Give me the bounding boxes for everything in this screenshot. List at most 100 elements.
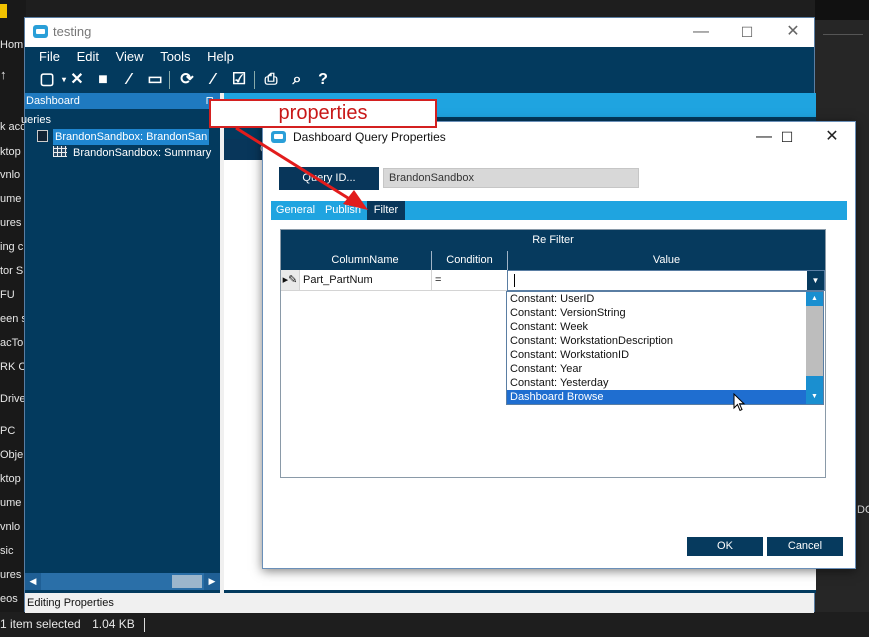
menu-help[interactable]: Help [194, 47, 234, 67]
approve-icon[interactable]: ☑ [229, 70, 249, 90]
mouse-cursor-icon [733, 393, 746, 412]
explorer-item[interactable]: sic [0, 542, 26, 560]
explorer-item[interactable]: eos [0, 590, 26, 608]
refresh-icon[interactable]: ⟳ [177, 70, 197, 90]
chevron-down-icon[interactable]: ▼ [807, 271, 824, 290]
explorer-item[interactable]: ktop [0, 470, 26, 488]
close-icon[interactable]: ✕ [770, 18, 816, 47]
cell-condition[interactable]: = [431, 270, 507, 291]
column-header-columnname[interactable]: ColumnName [281, 251, 431, 270]
query-icon [37, 130, 48, 142]
explorer-item[interactable]: acTo [0, 334, 26, 352]
explorer-item[interactable]: ume [0, 494, 26, 512]
cancel-button[interactable]: Cancel [767, 537, 843, 556]
explorer-item[interactable]: FU [0, 286, 26, 304]
explorer-item[interactable]: vnlo [0, 166, 26, 184]
minimize-icon[interactable]: — [678, 18, 724, 47]
explorer-status-bar: 1 item selected 1.04 KB [0, 612, 869, 637]
dashboard-panel-title: Dashboard [26, 95, 80, 107]
scroll-down-icon[interactable]: ▼ [806, 390, 823, 404]
up-arrow-icon[interactable]: ↑ [0, 66, 26, 84]
dropdown-scrollbar[interactable]: ▲ ▼ [806, 292, 823, 404]
scroll-up-icon[interactable]: ▲ [806, 292, 823, 306]
menu-edit[interactable]: Edit [64, 47, 99, 67]
value-combobox[interactable]: ▼ [507, 270, 825, 291]
scroll-thumb[interactable] [806, 376, 823, 390]
scroll-right-icon[interactable]: ▶ [204, 573, 220, 590]
dropdown-option[interactable]: Constant: Year [507, 362, 807, 376]
explorer-item[interactable]: PC [0, 422, 26, 440]
explorer-item[interactable]: ures [0, 566, 26, 584]
save-icon[interactable]: ■ [93, 70, 113, 90]
note-icon[interactable]: ▭ [145, 70, 165, 90]
explorer-item[interactable]: ing c [0, 238, 26, 256]
dropdown-option[interactable]: Constant: WorkstationDescription [507, 334, 807, 348]
query-properties-dialog: Dashboard Query Properties — ☐ ✕ Query I… [262, 121, 856, 569]
explorer-item[interactable]: tor S [0, 262, 26, 280]
dropdown-option[interactable]: Constant: WorkstationID [507, 348, 807, 362]
maximize-icon[interactable]: ☐ [764, 123, 810, 152]
print-icon[interactable]: ⎙ [261, 70, 281, 90]
tab-publish[interactable]: Publish [320, 201, 366, 220]
status-bar: Editing Properties [25, 593, 814, 613]
toolbar: ▢ ▾ ✕ ■ ⁄ ▭ ⟳ ⁄ ☑ ⎙ ⌕ ? [25, 67, 814, 93]
tree-item-summary[interactable]: BrandonSandbox: Summary [53, 145, 220, 161]
text-caret [514, 274, 515, 287]
scroll-left-icon[interactable]: ◀ [25, 573, 41, 590]
explorer-item[interactable]: ume [0, 190, 26, 208]
divider [169, 71, 170, 89]
dropdown-option[interactable]: Constant: Yesterday [507, 376, 807, 390]
dropdown-option[interactable]: Constant: Week [507, 320, 807, 334]
cell-column-name[interactable]: Part_PartNum [299, 270, 431, 291]
dropdown-option-selected[interactable]: Dashboard Browse [507, 390, 807, 404]
explorer-item[interactable]: Drive [0, 390, 26, 408]
tree-item-label: BrandonSandbox: Summary [73, 147, 212, 159]
tab-general[interactable]: General [271, 201, 320, 220]
divider [823, 34, 863, 35]
help-icon[interactable]: ? [313, 70, 333, 90]
menu-file[interactable]: File [25, 47, 60, 67]
scroll-thumb[interactable] [172, 575, 202, 588]
grid-icon [53, 146, 67, 157]
delete-icon[interactable]: ✕ [67, 70, 87, 90]
brush-icon[interactable]: ⁄ [203, 70, 223, 90]
column-header-condition[interactable]: Condition [431, 251, 507, 270]
dashboard-panel-header: Dashboard ⊓ [25, 93, 220, 109]
items-selected-text: 1 item selected [0, 617, 81, 631]
menu-tools[interactable]: Tools [147, 47, 190, 67]
value-dropdown-list: Constant: UserID Constant: VersionString… [506, 291, 824, 405]
app-titlebar[interactable]: testing — ☐ ✕ [25, 18, 814, 47]
queries-node[interactable]: ueries [21, 114, 51, 126]
explorer-item[interactable]: Hom [0, 36, 26, 54]
folder-icon [0, 4, 7, 18]
tab-filter[interactable]: Filter [367, 201, 405, 220]
row-edit-icon[interactable]: ▸✎ [281, 270, 299, 291]
annotation-callout: properties [209, 99, 437, 128]
dropdown-option[interactable]: Constant: UserID [507, 292, 807, 306]
divider [144, 617, 146, 632]
app-icon [33, 25, 48, 38]
print-preview-icon[interactable]: ⌕ [287, 70, 307, 90]
explorer-item[interactable]: ures [0, 214, 26, 232]
clear-icon[interactable]: ⁄ [119, 70, 139, 90]
dropdown-option[interactable]: Constant: VersionString [507, 306, 807, 320]
explorer-item[interactable]: ktop [0, 143, 26, 161]
ok-button[interactable]: OK [687, 537, 763, 556]
maximize-icon[interactable]: ☐ [724, 18, 770, 47]
tree-item-label: BrandonSandbox: BrandonSan [53, 129, 210, 145]
menu-view[interactable]: View [103, 47, 144, 67]
query-id-button[interactable]: Query ID... [279, 167, 379, 190]
tree-item-query[interactable]: BrandonSandbox: BrandonSan [37, 129, 220, 145]
explorer-item[interactable]: een s [0, 310, 26, 328]
grid-caption: Re Filter [281, 230, 825, 251]
divider [254, 71, 255, 89]
explorer-item[interactable]: vnlo [0, 518, 26, 536]
column-header-value[interactable]: Value [507, 251, 825, 270]
menu-bar: File Edit View Tools Help [25, 47, 814, 67]
selection-size-text: 1.04 KB [92, 617, 135, 631]
horizontal-scrollbar[interactable]: ◀ ▶ [25, 573, 220, 590]
app-title: testing [53, 24, 92, 39]
close-icon[interactable]: ✕ [809, 123, 855, 152]
explorer-item[interactable]: Obje [0, 446, 26, 464]
explorer-item[interactable]: RK C [0, 358, 26, 376]
